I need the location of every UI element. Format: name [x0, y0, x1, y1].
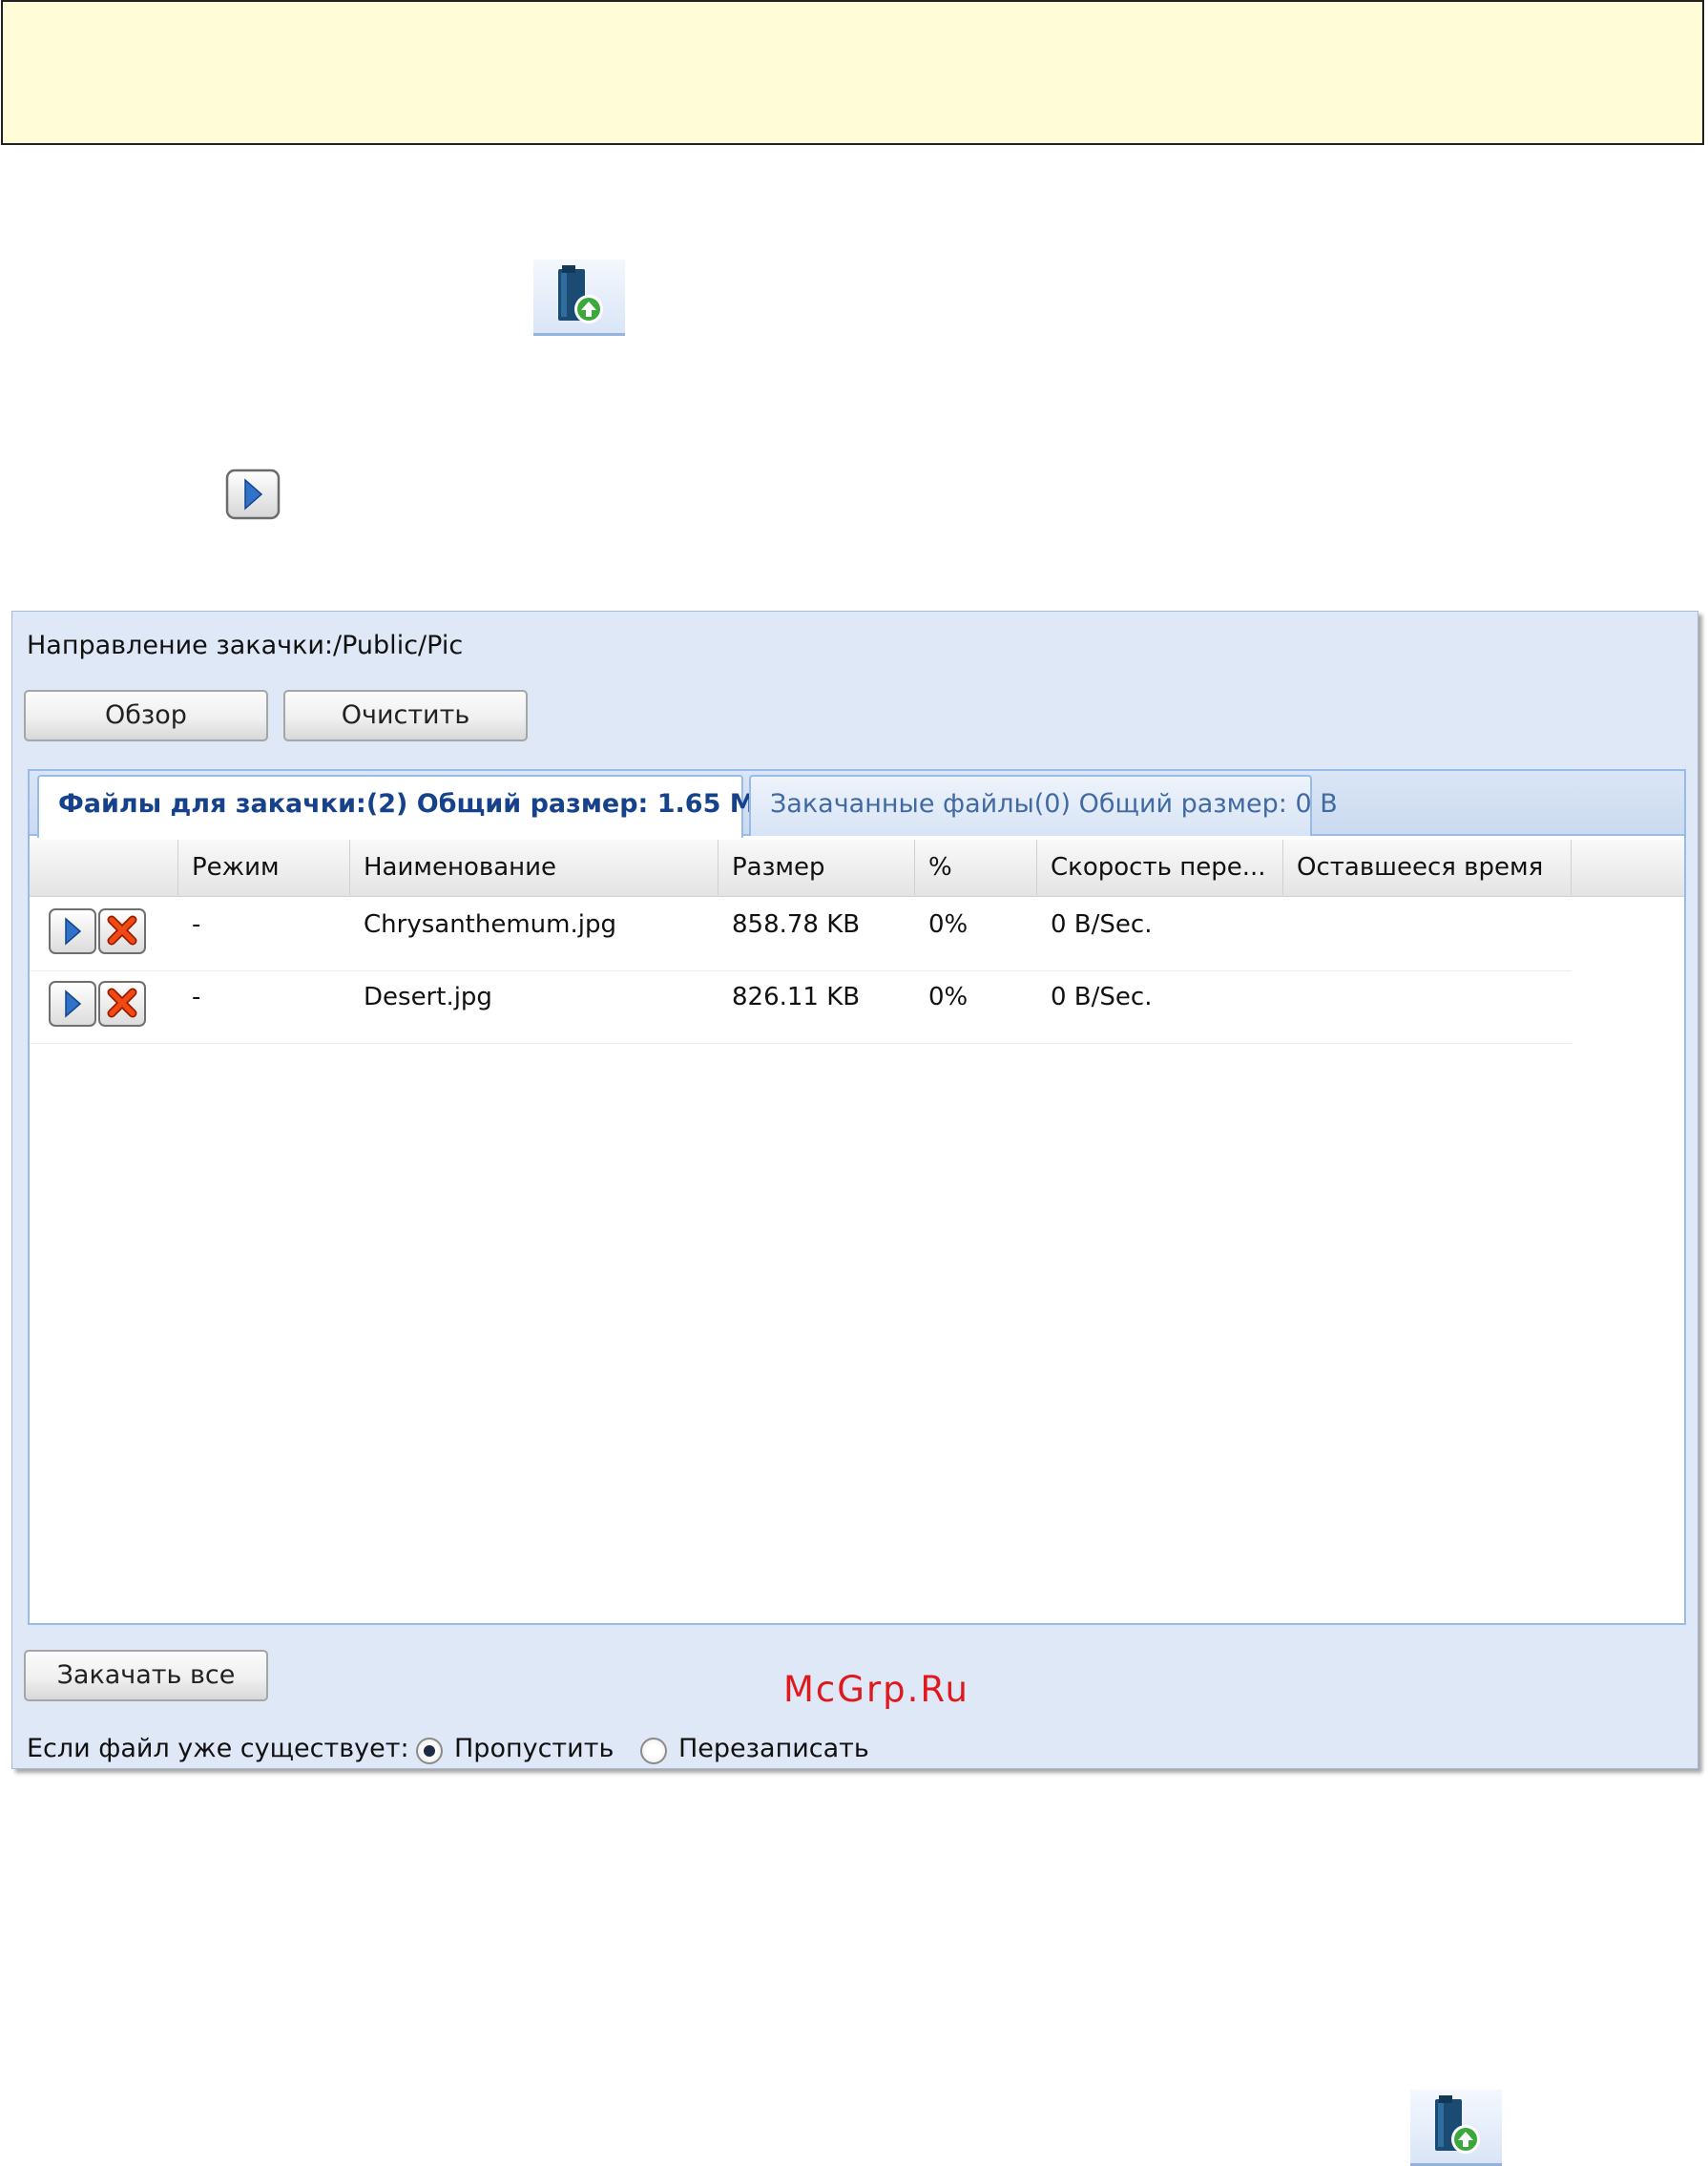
row-file-name: Chrysanthemum.jpg: [364, 910, 616, 939]
row-delete-button[interactable]: [98, 908, 146, 954]
destination-path: /Public/Pic: [333, 631, 464, 660]
play-icon: [225, 469, 281, 520]
column-header-size[interactable]: Размер: [719, 840, 915, 895]
play-icon: [65, 989, 82, 1018]
watermark: McGrp.Ru: [783, 1669, 969, 1710]
destination-row: Направление закачки:/Public/Pic: [27, 631, 463, 660]
row-speed: 0 B/Sec.: [1051, 910, 1153, 939]
upload-icon: [533, 260, 625, 336]
column-header-remaining[interactable]: Оставшееся время: [1283, 840, 1572, 895]
table-row: - Chrysanthemum.jpg 858.78 KB 0% 0 B/Sec…: [30, 899, 1572, 971]
upload-all-button[interactable]: Закачать все: [24, 1650, 268, 1701]
overwrite-radio-label[interactable]: Перезаписать: [678, 1734, 869, 1763]
column-header-mode[interactable]: Режим: [178, 840, 350, 895]
skip-radio[interactable]: [416, 1738, 443, 1764]
row-file-name: Desert.jpg: [364, 983, 492, 1011]
row-speed: 0 B/Sec.: [1051, 983, 1153, 1011]
destination-label: Направление закачки:: [27, 631, 334, 660]
column-header-speed[interactable]: Скорость пере...: [1037, 840, 1283, 895]
row-size: 826.11 KB: [732, 983, 861, 1011]
skip-radio-label[interactable]: Пропустить: [454, 1734, 614, 1763]
clear-button[interactable]: Очистить: [283, 690, 528, 741]
if-exists-label: Если файл уже существует:: [27, 1734, 409, 1763]
row-delete-button[interactable]: [98, 981, 146, 1027]
upload-icon: [1410, 2090, 1502, 2166]
delete-icon: [107, 915, 137, 946]
row-percent: 0%: [928, 910, 969, 939]
tab-uploaded-files[interactable]: Закачанные файлы(0) Общий размер: 0 B: [749, 775, 1338, 836]
row-size: 858.78 KB: [732, 910, 861, 939]
upload-dialog: Направление закачки:/Public/Pic Обзор Оч…: [11, 611, 1698, 1769]
tab-files-to-upload[interactable]: Файлы для закачки:(2) Общий размер: 1.65…: [37, 775, 775, 838]
column-header-name[interactable]: Наименование: [350, 840, 719, 895]
browse-button[interactable]: Обзор: [24, 690, 268, 741]
row-mode: -: [192, 983, 201, 1011]
row-play-button[interactable]: [49, 981, 96, 1027]
row-mode: -: [192, 910, 201, 939]
delete-icon: [107, 988, 137, 1018]
row-play-button[interactable]: [49, 908, 96, 954]
tab-panel: Файлы для закачки:(2) Общий размер: 1.65…: [28, 769, 1686, 1625]
row-percent: 0%: [928, 983, 969, 1011]
table-row: - Desert.jpg 826.11 KB 0% 0 B/Sec.: [30, 971, 1572, 1044]
tab-strip: Файлы для закачки:(2) Общий размер: 1.65…: [30, 771, 1684, 838]
column-header-percent[interactable]: %: [915, 840, 1037, 895]
play-icon: [65, 917, 82, 946]
overwrite-radio[interactable]: [640, 1738, 667, 1764]
column-header-actions: [30, 840, 178, 895]
note-box: [1, 0, 1704, 145]
grid-header: Режим Наименование Размер % Скорость пер…: [30, 840, 1684, 897]
